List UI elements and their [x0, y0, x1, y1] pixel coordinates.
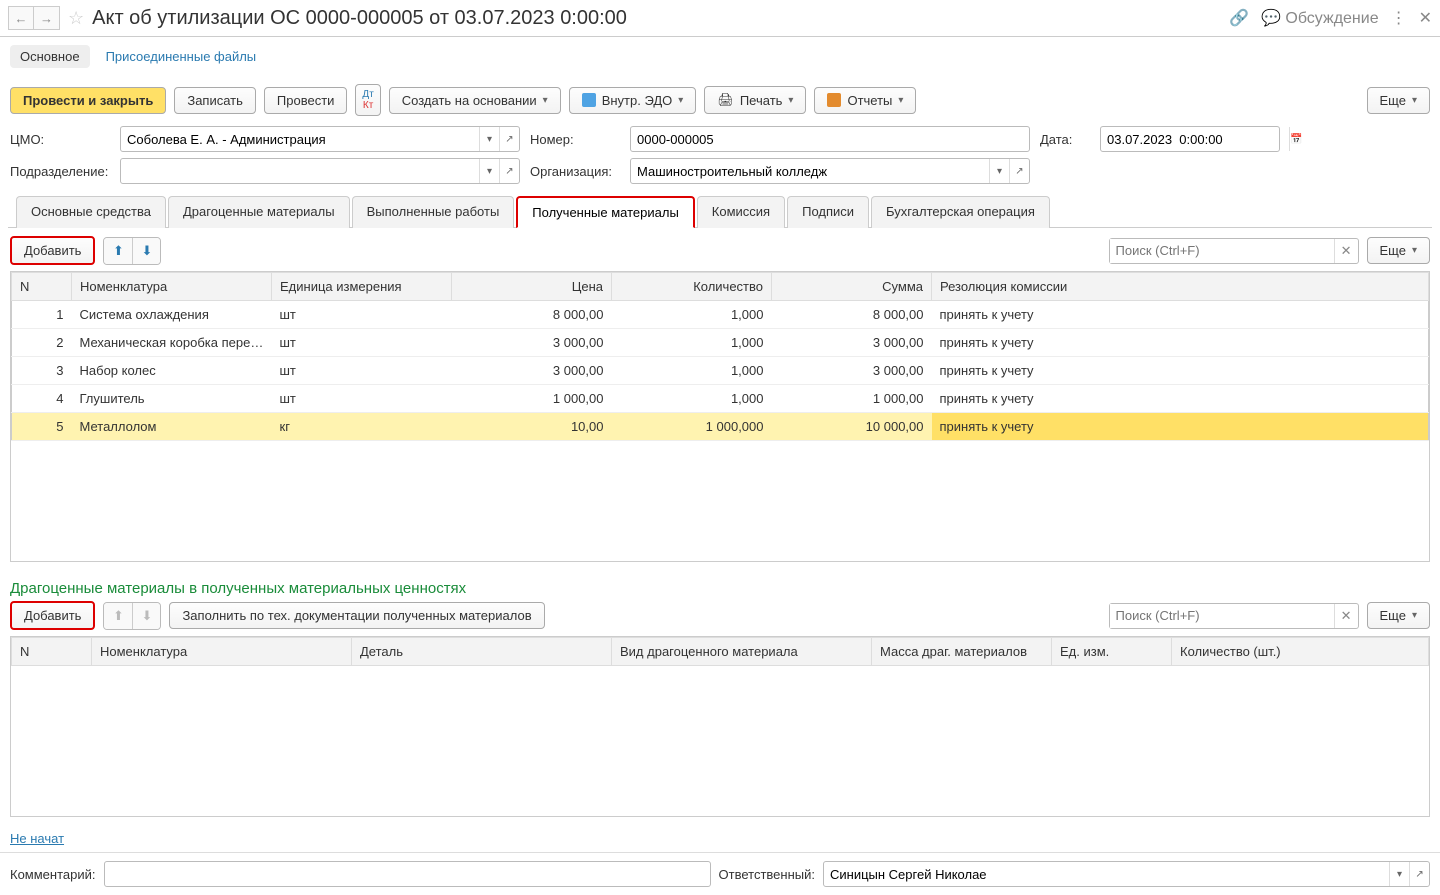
move-down-button[interactable]: ⬇ [132, 238, 160, 264]
subnav-attached-files[interactable]: Присоединенные файлы [106, 49, 257, 64]
precious-search[interactable]: ✕ [1109, 603, 1359, 629]
fill-from-docs-button[interactable]: Заполнить по тех. документации полученны… [169, 602, 544, 629]
chevron-down-icon: ▾ [678, 95, 683, 106]
tab-4[interactable]: Комиссия [697, 196, 785, 228]
chevron-down-icon[interactable]: ▾ [989, 159, 1009, 183]
add-material-button[interactable]: Добавить [10, 236, 95, 265]
materials-col-header[interactable]: Количество [612, 273, 772, 301]
precious-col-header[interactable]: Ед. изм. [1052, 638, 1172, 666]
open-icon[interactable]: ↗ [1409, 862, 1429, 886]
reports-button[interactable]: Отчеты▾ [814, 87, 916, 114]
post-button[interactable]: Провести [264, 87, 348, 114]
precious-col-header[interactable]: Номенклатура [92, 638, 352, 666]
chevron-down-icon: ▾ [1412, 95, 1417, 106]
number-label: Номер: [530, 132, 620, 147]
responsible-field[interactable]: ▾ ↗ [823, 861, 1430, 887]
nav-forward-button[interactable]: → [34, 6, 60, 30]
chevron-down-icon: ▾ [788, 95, 793, 106]
chevron-down-icon: ▾ [1412, 610, 1417, 621]
open-icon[interactable]: ↗ [1009, 159, 1029, 183]
precious-col-header[interactable]: N [12, 638, 92, 666]
open-icon[interactable]: ↗ [499, 127, 519, 151]
clear-search-icon[interactable]: ✕ [1334, 239, 1358, 263]
table-row[interactable]: 1Система охлажденияшт8 000,001,0008 000,… [12, 301, 1429, 329]
comment-field[interactable] [104, 861, 711, 887]
date-field[interactable]: 📅 [1100, 126, 1280, 152]
table-row[interactable]: 3Набор колесшт3 000,001,0003 000,00приня… [12, 357, 1429, 385]
calendar-icon[interactable]: 📅 [1289, 127, 1302, 151]
move-up-button[interactable]: ⬆ [104, 603, 132, 629]
chevron-down-icon: ▾ [1412, 245, 1417, 256]
printer-icon: 🖨 [717, 92, 734, 108]
precious-section-title: Драгоценные материалы в полученных матер… [0, 570, 1440, 601]
tab-0[interactable]: Основные средства [16, 196, 166, 228]
chevron-down-icon[interactable]: ▾ [479, 127, 499, 151]
materials-col-header[interactable]: Номенклатура [72, 273, 272, 301]
materials-more-button[interactable]: Еще▾ [1367, 237, 1430, 264]
clear-search-icon[interactable]: ✕ [1334, 604, 1358, 628]
precious-more-button[interactable]: Еще▾ [1367, 602, 1430, 629]
tab-2[interactable]: Выполненные работы [352, 196, 515, 228]
discussion-button[interactable]: 💬 Обсуждение [1261, 8, 1379, 28]
status-link[interactable]: Не начат [10, 831, 64, 846]
edo-button[interactable]: Внутр. ЭДО▾ [569, 87, 697, 114]
page-title: Акт об утилизации ОС 0000-000005 от 03.0… [92, 7, 1229, 30]
chevron-down-icon: ▾ [898, 95, 903, 106]
org-field[interactable]: ▾ ↗ [630, 158, 1030, 184]
add-precious-button[interactable]: Добавить [10, 601, 95, 630]
org-label: Организация: [530, 164, 620, 179]
dtkt-button[interactable]: ДтКт [355, 84, 380, 116]
favorite-icon[interactable]: ☆ [68, 8, 84, 29]
cmo-field[interactable]: ▾ ↗ [120, 126, 520, 152]
responsible-label: Ответственный: [719, 867, 815, 882]
materials-col-header[interactable]: N [12, 273, 72, 301]
tab-1[interactable]: Драгоценные материалы [168, 196, 350, 228]
chevron-down-icon: ▾ [543, 95, 548, 106]
precious-col-header[interactable]: Деталь [352, 638, 612, 666]
number-field[interactable] [630, 126, 1030, 152]
post-and-close-button[interactable]: Провести и закрыть [10, 87, 166, 114]
materials-col-header[interactable]: Резолюция комиссии [932, 273, 1429, 301]
subnav-main[interactable]: Основное [10, 45, 90, 68]
table-row[interactable]: 5Металлоломкг10,001 000,00010 000,00прин… [12, 413, 1429, 441]
materials-col-header[interactable]: Единица измерения [272, 273, 452, 301]
tab-3[interactable]: Полученные материалы [516, 196, 695, 228]
tab-6[interactable]: Бухгалтерская операция [871, 196, 1050, 228]
materials-search[interactable]: ✕ [1109, 238, 1359, 264]
print-button[interactable]: 🖨Печать▾ [704, 86, 806, 114]
comment-label: Комментарий: [10, 867, 96, 882]
chevron-down-icon[interactable]: ▾ [1389, 862, 1409, 886]
create-based-on-button[interactable]: Создать на основании▾ [389, 87, 561, 114]
link-icon[interactable]: 🔗 [1229, 8, 1249, 28]
table-row[interactable]: 4Глушительшт1 000,001,0001 000,00принять… [12, 385, 1429, 413]
materials-table[interactable]: NНоменклатураЕдиница измеренияЦенаКоличе… [11, 272, 1429, 441]
dept-label: Подразделение: [10, 164, 110, 179]
edo-icon [582, 93, 596, 107]
nav-back-button[interactable]: ← [8, 6, 34, 30]
more-button[interactable]: Еще▾ [1367, 87, 1430, 114]
move-down-button[interactable]: ⬇ [132, 603, 160, 629]
kebab-menu-icon[interactable]: ⋮ [1391, 8, 1407, 28]
chevron-down-icon[interactable]: ▾ [479, 159, 499, 183]
save-button[interactable]: Записать [174, 87, 256, 114]
precious-table[interactable]: NНоменклатураДетальВид драгоценного мате… [11, 637, 1429, 666]
table-row[interactable]: 2Механическая коробка пере…шт3 000,001,0… [12, 329, 1429, 357]
dept-field[interactable]: ▾ ↗ [120, 158, 520, 184]
close-icon[interactable]: ✕ [1419, 8, 1432, 28]
tab-5[interactable]: Подписи [787, 196, 869, 228]
report-icon [827, 93, 841, 107]
materials-col-header[interactable]: Сумма [772, 273, 932, 301]
open-icon[interactable]: ↗ [499, 159, 519, 183]
move-up-button[interactable]: ⬆ [104, 238, 132, 264]
precious-col-header[interactable]: Количество (шт.) [1172, 638, 1429, 666]
materials-col-header[interactable]: Цена [452, 273, 612, 301]
precious-col-header[interactable]: Масса драг. материалов [872, 638, 1052, 666]
date-label: Дата: [1040, 132, 1090, 147]
cmo-label: ЦМО: [10, 132, 110, 147]
precious-col-header[interactable]: Вид драгоценного материала [612, 638, 872, 666]
